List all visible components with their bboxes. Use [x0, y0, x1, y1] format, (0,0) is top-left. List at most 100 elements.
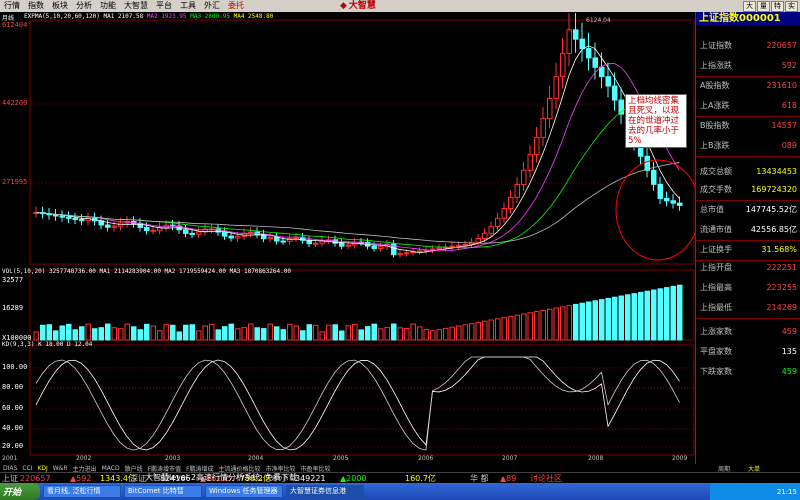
panel-row-label: 上证换手 — [700, 245, 732, 254]
taskbar-btn-dzh[interactable]: 大智慧证券信息港 — [286, 485, 364, 498]
panel-row: 上涨家数 459 — [696, 326, 800, 338]
menu-item-index[interactable]: 指数 — [24, 0, 48, 12]
volume-bar — [573, 303, 579, 341]
menu-item-analysis[interactable]: 分析 — [72, 0, 96, 12]
panel-divider — [696, 156, 800, 157]
panel-row-value: 222251 — [766, 263, 797, 272]
menu-item-sector[interactable]: 板块 — [48, 0, 72, 12]
volume-bar — [46, 324, 52, 341]
candle-body — [664, 197, 670, 202]
panel-row-label: A股指数 — [700, 81, 730, 90]
toolbar-btn-4[interactable]: 实 — [785, 1, 798, 12]
volume-bar — [293, 325, 299, 341]
candle-body — [267, 236, 273, 240]
panel-row-label: 上指开盘 — [700, 263, 732, 272]
taskbar-btn-bitcomet[interactable]: BitComet 比特彗 — [124, 485, 202, 498]
menu-item-quotes[interactable]: 行情 — [0, 0, 24, 12]
menu-item-forex[interactable]: 外汇 — [200, 0, 224, 12]
volume-bar — [72, 329, 78, 341]
candle-body — [462, 244, 468, 247]
panel-row-value: 618 — [781, 101, 797, 110]
indicator-tab-macd[interactable]: MACD — [102, 465, 120, 472]
menu-item-dzh[interactable]: 大智慧 — [120, 0, 152, 12]
candle-body — [53, 214, 59, 217]
chart-area[interactable]: 月线 EXPMA(5,10,20,60,120) MA1 2107.58 MA2… — [0, 12, 695, 464]
price-axis-label-1: 612404 — [2, 21, 28, 29]
volume-bar — [514, 314, 520, 341]
candle-body — [436, 247, 442, 250]
candle-body — [677, 202, 683, 206]
panel-row-value: 214269 — [766, 303, 797, 312]
volume-bar — [586, 301, 592, 341]
volume-bar — [40, 324, 46, 341]
menu-right-buttons: 大 量 特 实 — [743, 1, 798, 12]
candle-body — [670, 200, 676, 204]
volume-bar — [209, 323, 215, 341]
toolbar-btn-1[interactable]: 大 — [743, 1, 756, 12]
start-button[interactable]: 开始 — [0, 483, 40, 500]
candle-body — [475, 238, 481, 243]
candle-body — [553, 76, 559, 99]
volume-bar — [638, 291, 644, 341]
panel-row: B股指数 14557 — [696, 120, 800, 132]
windows-taskbar: 开始 看月线, 泛松行情 BitComet 比特彗 Windows 任务管理器 … — [0, 473, 800, 500]
volume-bar — [553, 307, 559, 341]
volume-bar — [410, 323, 416, 341]
volume-bar — [163, 324, 169, 341]
kd-axis-label-3: 60.00 — [2, 404, 24, 412]
ma-info-line: EXPMA(5,10,20,60,120) MA1 2107.58 MA2 19… — [24, 13, 273, 20]
volume-bar — [417, 326, 423, 341]
indicator-tab-cci[interactable]: CCI — [22, 465, 32, 472]
clock: 21:15 — [776, 487, 797, 496]
candle-body — [183, 229, 189, 234]
indicator-tab-dias[interactable]: DIAS — [3, 465, 17, 472]
indicator-tab-wr[interactable]: W&R — [53, 465, 68, 472]
market-status-bar: 上证 220657 ▲592 1343.4亿 深证 824166 ▲16135 738.2亿中… — [0, 472, 800, 483]
candle-body — [105, 224, 111, 228]
x-axis-label-2001: 2001 — [2, 455, 18, 462]
panel-row-value: 42556.85亿 — [750, 225, 797, 234]
volume-bar — [306, 324, 312, 341]
candle-body — [235, 235, 241, 239]
panel-row-label: 上指最低 — [700, 303, 732, 312]
taskbar-btn-taskmgr[interactable]: Windows 任务管理器 — [205, 485, 283, 498]
volume-bar — [202, 325, 208, 341]
volume-bar — [274, 326, 280, 341]
panel-row: 上A涨跌 618 — [696, 100, 800, 112]
panel-row-value: 459 — [781, 327, 797, 336]
volume-bar — [527, 312, 533, 341]
indicator-tab-kdj[interactable]: KDJ — [37, 465, 47, 472]
toolbar-btn-2[interactable]: 量 — [757, 1, 770, 12]
menu-item-platform[interactable]: 平台 — [152, 0, 176, 12]
menu-item-function[interactable]: 功能 — [96, 0, 120, 12]
annotation-note: 上档均线密集且死叉，以现在的世道冲过去的几率小于5% — [625, 94, 687, 148]
volume-bar — [488, 319, 494, 341]
candle-body — [579, 38, 585, 50]
panel-row-value: 089 — [781, 141, 797, 150]
volume-bar — [228, 323, 234, 341]
candle-body — [521, 169, 527, 186]
candle-body — [534, 136, 540, 156]
volume-bar — [105, 323, 111, 341]
panel-row-label: 上证指数 — [700, 41, 732, 50]
toolbar-btn-3[interactable]: 特 — [771, 1, 784, 12]
taskbar-btn-forum[interactable]: 看月线, 泛松行情 — [43, 485, 121, 498]
volume-bar — [332, 324, 338, 341]
volume-bar — [495, 318, 501, 341]
candle-body — [72, 217, 78, 221]
menu-item-tools[interactable]: 工具 — [176, 0, 200, 12]
volume-bar — [79, 326, 85, 341]
candle-body — [280, 240, 286, 243]
volume-bar — [436, 329, 442, 341]
volume-bar — [423, 329, 429, 341]
kline-chart[interactable] — [0, 12, 695, 464]
menu-item-trade[interactable]: 委托 — [224, 0, 248, 12]
volume-bar — [287, 323, 293, 341]
kd-axis-label-4: 40.00 — [2, 424, 24, 432]
app-brand: ◆ 大智慧 — [340, 0, 376, 12]
volume-bar — [358, 329, 364, 341]
panel-row-label: 平盘家数 — [700, 347, 732, 356]
candle-body — [144, 226, 150, 232]
volume-bar — [183, 324, 189, 341]
moving-average-line — [35, 100, 680, 249]
